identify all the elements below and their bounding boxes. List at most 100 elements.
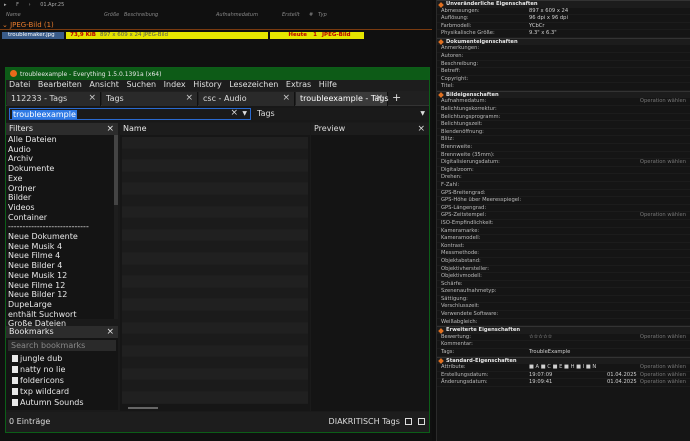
- filter-select[interactable]: Tags ▼: [253, 108, 428, 120]
- filter-item[interactable]: Videos: [8, 203, 118, 213]
- property-row[interactable]: Objektivmodell:: [437, 273, 690, 281]
- close-icon[interactable]: ×: [375, 93, 383, 103]
- tab-csc-audio[interactable]: csc - Audio ×: [199, 92, 295, 106]
- operation-hint[interactable]: Operation wählen: [640, 364, 686, 372]
- result-row[interactable]: [122, 264, 308, 277]
- filter-item[interactable]: Bilder: [8, 193, 118, 203]
- property-row[interactable]: F-Zahl:: [437, 182, 690, 190]
- property-row[interactable]: GPS-Längengrad:: [437, 205, 690, 213]
- result-row[interactable]: [122, 276, 308, 288]
- chevron-down-icon[interactable]: ▼: [420, 108, 425, 120]
- property-section-header[interactable]: Erweiterte Eigenschaften: [437, 326, 690, 334]
- property-row[interactable]: Blitz:: [437, 136, 690, 144]
- bookmark-item[interactable]: foldericons: [12, 375, 118, 386]
- property-row[interactable]: Tags: TroubleExample: [437, 349, 690, 357]
- nav-arrow-icon[interactable]: ▸: [4, 2, 7, 8]
- close-icon[interactable]: ×: [417, 123, 425, 135]
- property-row[interactable]: Schärfe:: [437, 281, 690, 289]
- menu-hilfe[interactable]: Hilfe: [319, 80, 337, 89]
- column-name-header[interactable]: Name: [123, 124, 147, 133]
- close-icon[interactable]: ×: [88, 93, 96, 103]
- property-row[interactable]: Attribute: ■ A ■ C ■ E ■ H ■ I ■ N Operati…: [437, 364, 690, 372]
- property-value[interactable]: ■ A ■ C ■ E ■ H ■ I ■ N: [529, 364, 596, 372]
- property-row[interactable]: Objektivhersteller:: [437, 266, 690, 274]
- property-row[interactable]: Physikalische Größe: 9.3" x 6.3": [437, 30, 690, 38]
- result-row[interactable]: [122, 218, 308, 230]
- close-icon[interactable]: ×: [106, 326, 114, 338]
- property-row[interactable]: Verschlusszeit:: [437, 303, 690, 312]
- property-row[interactable]: Belichtungszeit:: [437, 121, 690, 129]
- file-row[interactable]: troublemaker.jpg 73,9 KiB 897 x 609 x 24…: [2, 32, 430, 39]
- column-capture-date[interactable]: Aufnahmedatum: [216, 12, 258, 18]
- property-row[interactable]: Aufnahmedatum: Operation wählen: [437, 98, 690, 107]
- filter-item[interactable]: Audio: [8, 145, 118, 155]
- result-row[interactable]: [122, 334, 308, 346]
- filter-item[interactable]: Ordner: [8, 184, 118, 194]
- operation-hint[interactable]: Operation wählen: [640, 98, 686, 106]
- property-row[interactable]: Beschreibung:: [437, 61, 690, 69]
- menu-lesezeichen[interactable]: Lesezeichen: [229, 80, 278, 89]
- property-row[interactable]: Farbmodell: YCbCr: [437, 23, 690, 31]
- tab-112233-tags[interactable]: 112233 - Tags ×: [7, 92, 101, 106]
- operation-hint[interactable]: Operation wählen: [640, 159, 686, 167]
- results-header[interactable]: Name: [120, 123, 310, 135]
- tab-tags[interactable]: Tags ×: [102, 92, 198, 106]
- property-value[interactable]: 19:07:09: [529, 372, 552, 380]
- property-value[interactable]: 9.3" x 6.3": [529, 30, 557, 38]
- new-tab-icon[interactable]: +: [392, 91, 401, 104]
- result-row[interactable]: [122, 194, 308, 207]
- menu-index[interactable]: Index: [164, 80, 186, 89]
- filter-item[interactable]: Neue Dokumente: [8, 232, 118, 242]
- property-row[interactable]: Auflösung: 96 dpi x 96 dpi: [437, 15, 690, 23]
- column-name[interactable]: Name: [6, 12, 21, 18]
- result-row[interactable]: [122, 252, 308, 265]
- property-row[interactable]: Bewertung: ☆☆☆☆☆ Operation wählen: [437, 334, 690, 342]
- filter-item[interactable]: Exe: [8, 174, 118, 184]
- menu-bearbeiten[interactable]: Bearbeiten: [38, 80, 82, 89]
- drive-label[interactable]: F: [16, 2, 19, 8]
- filters-scrollbar[interactable]: [114, 135, 118, 319]
- bookmark-item[interactable]: Autumn Sounds: [12, 397, 118, 408]
- view-toggle-icon[interactable]: [405, 418, 413, 425]
- operation-hint[interactable]: Operation wählen: [640, 372, 686, 380]
- filter-item[interactable]: Neue Filme 4: [8, 251, 118, 261]
- tab-troubleexample-tags[interactable]: troubleexample - Tags ×: [296, 92, 389, 106]
- property-row[interactable]: Kameramarke:: [437, 228, 690, 236]
- menu-suchen[interactable]: Suchen: [126, 80, 156, 89]
- filter-item[interactable]: enthält Suchwort: [8, 310, 118, 320]
- results-hscrollbar[interactable]: [128, 407, 158, 409]
- property-row[interactable]: Digitalzoom:: [437, 167, 690, 175]
- window-titlebar[interactable]: troubleexample - Everything 1.5.0.1391a …: [6, 68, 429, 80]
- property-value[interactable]: TroubleExample: [529, 349, 570, 357]
- result-row[interactable]: [122, 183, 308, 195]
- clear-search-icon[interactable]: ×: [230, 108, 238, 118]
- result-row[interactable]: [122, 287, 308, 300]
- filter-item[interactable]: Neue Bilder 4: [8, 261, 118, 271]
- result-row[interactable]: [122, 299, 308, 311]
- property-row[interactable]: Messmethode:: [437, 250, 690, 258]
- property-section-header[interactable]: Unveränderliche Eigenschaften: [437, 0, 690, 8]
- property-row[interactable]: Objektabstand:: [437, 258, 690, 266]
- close-icon[interactable]: ×: [185, 93, 193, 103]
- result-row[interactable]: [122, 310, 308, 323]
- search-query[interactable]: troubleexample: [12, 110, 77, 119]
- property-section-header[interactable]: Standard-Eigenschaften: [437, 356, 690, 365]
- result-row[interactable]: [122, 357, 308, 369]
- property-value[interactable]: 96 dpi x 96 dpi: [529, 15, 568, 23]
- filter-item[interactable]: DupeLarge: [8, 300, 118, 310]
- property-row[interactable]: Autoren:: [437, 53, 690, 61]
- property-value[interactable]: 19:09:41: [529, 379, 552, 387]
- filter-item[interactable]: Container: [8, 213, 118, 223]
- chevron-down-icon[interactable]: ▼: [242, 110, 247, 117]
- file-name[interactable]: troublemaker.jpg: [2, 32, 64, 39]
- column-size[interactable]: Größe: [104, 12, 119, 18]
- property-row[interactable]: GPS-Zeitstempel: Operation wählen: [437, 212, 690, 220]
- property-section-header[interactable]: Bildeigenschaften: [437, 90, 690, 99]
- bookmark-item[interactable]: txp wildcard: [12, 386, 118, 397]
- search-input[interactable]: troubleexample × ▼: [9, 108, 251, 120]
- address-bar[interactable]: ▸ F › 01.Apr.25: [0, 0, 432, 10]
- property-row[interactable]: Brennweite (35mm):: [437, 152, 690, 160]
- result-row[interactable]: [122, 392, 308, 404]
- property-row[interactable]: Digitalisierungsdatum: Operation wählen: [437, 159, 690, 167]
- property-row[interactable]: Anmerkungen:: [437, 45, 690, 53]
